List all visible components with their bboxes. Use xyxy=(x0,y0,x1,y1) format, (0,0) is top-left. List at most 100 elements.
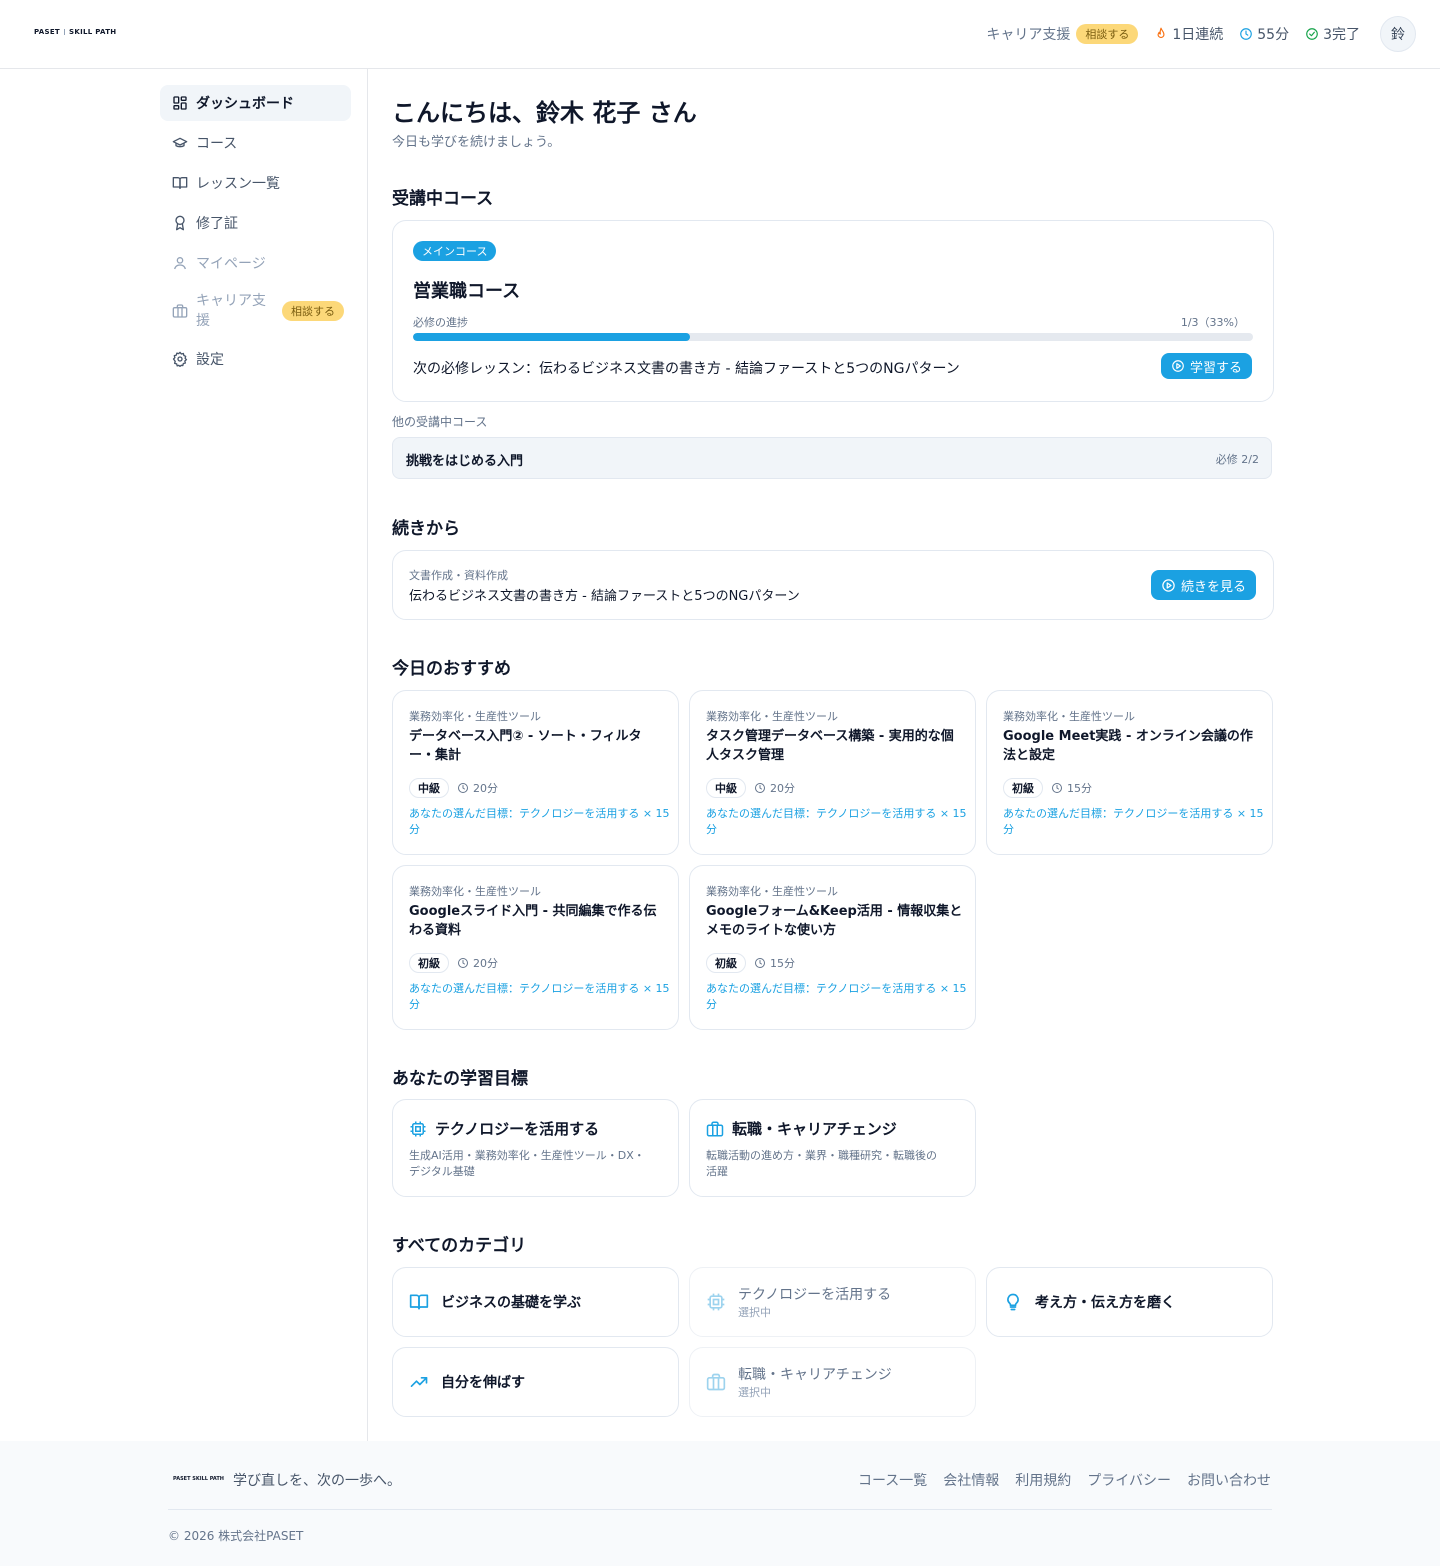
progress-value: 1/3（33%） xyxy=(1180,316,1245,329)
recommend-card[interactable]: 業務効率化・生産性ツール タスク管理データベース構築 - 実用的な個人タスク管理… xyxy=(689,690,976,855)
avatar[interactable]: 鈴 xyxy=(1380,16,1416,52)
category-name: 考え方・伝え方を磨く xyxy=(1035,1295,1175,1311)
category-name: テクノロジーを活用する xyxy=(738,1287,892,1303)
footer-tagline: 学び直しを、次の一歩へ。 xyxy=(233,1473,401,1489)
consult-badge: 相談する xyxy=(282,301,344,321)
duration: 15分 xyxy=(1051,780,1092,796)
footer-link-company[interactable]: 会社情報 xyxy=(943,1470,999,1490)
recommend-meta: 中級 20分 xyxy=(409,778,498,798)
recommend-card[interactable]: 業務効率化・生産性ツール Googleフォーム&Keep活用 - 情報収集とメモ… xyxy=(689,865,976,1030)
footer-divider xyxy=(168,1509,1272,1510)
recommend-category: 業務効率化・生産性ツール xyxy=(1003,710,1135,723)
duration-text: 20分 xyxy=(473,782,498,795)
goal-description: 転職活動の進め方・業界・職種研究・転職後の活躍 xyxy=(706,1149,937,1178)
streak-text: 1日連続 xyxy=(1172,27,1224,43)
category-card-thinking[interactable]: 考え方・伝え方を磨く xyxy=(986,1267,1273,1337)
continue-button[interactable]: 続きを見る xyxy=(1150,570,1256,600)
sidebar-item-lessons[interactable]: レッスン一覧 xyxy=(160,165,351,201)
recommend-card[interactable]: 業務効率化・生産性ツール データベース入門② - ソート・フィルター・集計 中級… xyxy=(392,690,679,855)
duration: 20分 xyxy=(457,955,498,971)
page-title: こんにちは、鈴木 花子 さん xyxy=(392,99,697,127)
level-badge: 中級 xyxy=(706,778,746,798)
study-button[interactable]: 学習する xyxy=(1160,353,1252,379)
header-career-link[interactable]: キャリア支援 相談する xyxy=(986,24,1139,44)
section-title-recommend: 今日のおすすめ xyxy=(392,659,511,679)
section-title-goals: あなたの学習目標 xyxy=(392,1069,528,1089)
recommend-meta: 初級 20分 xyxy=(409,953,498,973)
recommend-category: 業務効率化・生産性ツール xyxy=(409,885,541,898)
sidebar-item-mypage[interactable]: マイページ xyxy=(160,245,351,281)
recommend-card[interactable]: 業務効率化・生産性ツール Google Meet実践 - オンライン会議の作法と… xyxy=(986,690,1273,855)
section-title-continue: 続きから xyxy=(392,519,460,539)
category-card-business[interactable]: ビジネスの基礎を学ぶ xyxy=(392,1267,679,1337)
recommend-category: 業務効率化・生産性ツール xyxy=(409,710,541,723)
gear-icon xyxy=(172,351,188,367)
goal-name: テクノロジーを活用する xyxy=(435,1120,600,1138)
cpu-icon xyxy=(410,1121,426,1136)
goal-head: 転職・キャリアチェンジ xyxy=(706,1118,897,1139)
footer-link-terms[interactable]: 利用規約 xyxy=(1015,1470,1071,1490)
footer-link-courses[interactable]: コース一覧 xyxy=(858,1470,927,1490)
completed-text: 3完了 xyxy=(1323,27,1360,43)
footer-link-privacy[interactable]: プライバシー xyxy=(1087,1470,1171,1490)
play-circle-icon xyxy=(1162,578,1175,592)
continue-button-label: 続きを見る xyxy=(1180,579,1246,595)
category-card-career[interactable]: 転職・キャリアチェンジ 選択中 xyxy=(689,1347,976,1417)
career-label: キャリア支援 xyxy=(986,27,1071,43)
recommend-category: 業務効率化・生産性ツール xyxy=(706,710,838,723)
sidebar-item-label: レッスン一覧 xyxy=(196,176,280,192)
other-course-row[interactable]: 挑戦をはじめる入門 必修 2/2 xyxy=(392,437,1272,479)
award-icon xyxy=(175,215,185,231)
recommend-goal: あなたの選んだ目標：テクノロジーを活用する × 15分 xyxy=(409,982,670,1011)
trending-up-icon xyxy=(410,1377,428,1387)
sidebar-item-label: 設定 xyxy=(196,352,224,368)
check-circle-icon xyxy=(1306,28,1318,40)
footer-logo[interactable]: PASET SKILL PATH xyxy=(173,1476,224,1482)
sidebar-item-career[interactable]: キャリア支援 相談する xyxy=(160,285,351,337)
category-selected-label: 選択中 xyxy=(738,1386,771,1399)
category-name: 転職・キャリアチェンジ xyxy=(738,1367,892,1383)
sidebar-item-dashboard[interactable]: ダッシュボード xyxy=(160,85,351,121)
next-lesson-text: 次の必修レッスン：伝わるビジネス文書の書き方 - 結論ファーストと5つのNGパタ… xyxy=(413,361,960,377)
footer-logo-right: SKILL PATH xyxy=(192,1476,224,1482)
sidebar-item-label: マイページ xyxy=(196,256,266,272)
clock-icon xyxy=(458,783,468,793)
book-open-icon xyxy=(172,177,188,189)
continue-category: 文書作成・資料作成 xyxy=(409,569,508,582)
category-text: 転職・キャリアチェンジ 選択中 xyxy=(738,1364,892,1400)
consult-badge: 相談する xyxy=(1076,24,1139,44)
minutes-text: 55分 xyxy=(1257,27,1290,43)
recommend-goal: あなたの選んだ目標：テクノロジーを活用する × 15分 xyxy=(706,982,967,1011)
goal-head: テクノロジーを活用する xyxy=(409,1118,599,1139)
category-card-technology[interactable]: テクノロジーを活用する 選択中 xyxy=(689,1267,976,1337)
clock-icon xyxy=(755,783,765,793)
continue-card[interactable]: 文書作成・資料作成 伝わるビジネス文書の書き方 - 結論ファーストと5つのNGパ… xyxy=(392,550,1274,620)
minutes-stat: 55分 xyxy=(1239,24,1289,44)
clock-icon xyxy=(755,958,765,968)
dashboard-icon xyxy=(173,96,187,110)
goal-card-career[interactable]: 転職・キャリアチェンジ 転職活動の進め方・業界・職種研究・転職後の活躍 xyxy=(689,1099,976,1197)
goal-card-technology[interactable]: テクノロジーを活用する 生成AI活用・業務効率化・生産性ツール・DX・デジタル基… xyxy=(392,1099,679,1197)
sidebar-item-certificates[interactable]: 修了証 xyxy=(160,205,351,241)
footer-copyright: © 2026 株式会社PASET xyxy=(168,1529,304,1543)
goal-description: 生成AI活用・業務効率化・生産性ツール・DX・デジタル基礎 xyxy=(409,1149,645,1178)
duration: 15分 xyxy=(754,955,795,971)
logo-left: PASET xyxy=(34,28,61,36)
progress-bar-fill xyxy=(413,333,691,341)
section-title-categories: すべてのカテゴリ xyxy=(392,1236,527,1256)
footer-logo-left: PASET xyxy=(173,1476,191,1482)
play-circle-icon xyxy=(1172,360,1184,372)
sidebar-item-label: 修了証 xyxy=(196,216,238,232)
category-name: 自分を伸ばす xyxy=(441,1375,525,1391)
footer-link-contact[interactable]: お問い合わせ xyxy=(1187,1470,1271,1490)
recommend-title: Googleフォーム&Keep活用 - 情報収集とメモのライトな使い方 xyxy=(706,904,963,938)
recommend-goal: あなたの選んだ目標：テクノロジーを活用する × 15分 xyxy=(1003,807,1264,836)
sidebar-item-courses[interactable]: コース xyxy=(160,125,351,161)
logo[interactable]: PASET SKILL PATH xyxy=(34,28,116,36)
sidebar-item-settings[interactable]: 設定 xyxy=(160,341,351,377)
continue-lesson-title: 伝わるビジネス文書の書き方 - 結論ファーストと5つのNGパターン xyxy=(409,589,800,604)
category-card-growth[interactable]: 自分を伸ばす xyxy=(392,1347,679,1417)
briefcase-icon xyxy=(172,304,188,318)
main-course-card[interactable]: メインコース 営業職コース 必修の進捗 1/3（33%） 次の必修レッスン：伝わ… xyxy=(392,220,1274,402)
recommend-card[interactable]: 業務効率化・生産性ツール Googleスライド入門 - 共同編集で作る伝わる資料… xyxy=(392,865,679,1030)
